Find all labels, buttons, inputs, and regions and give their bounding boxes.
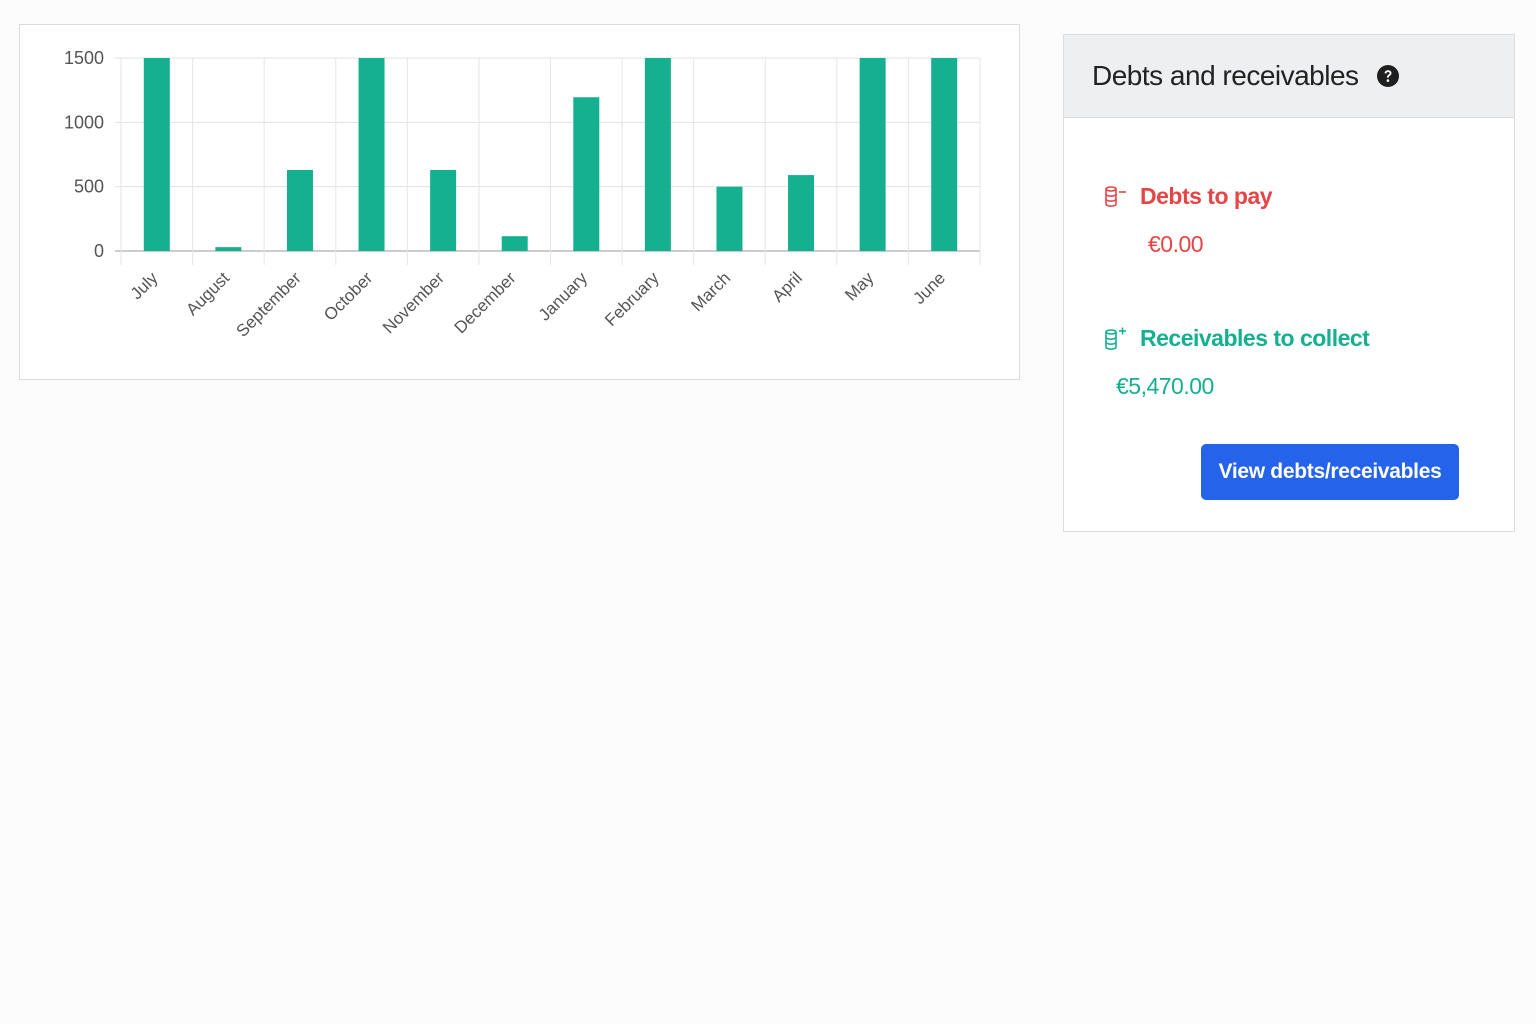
x-tick-label: November: [379, 268, 448, 337]
debt-coins-icon: [1104, 184, 1128, 210]
y-tick-label: 500: [74, 177, 104, 197]
receivables-amount: €5,470.00: [1116, 373, 1214, 399]
monthly-bar-chart: 0 500 1000 1500 July August September October No…: [64, 48, 981, 341]
bar-july: [143, 58, 170, 251]
receivables-label: Receivables to collect: [1140, 325, 1370, 351]
card-header: Debts and receivables: [1064, 35, 1514, 118]
question-circle-icon[interactable]: [1376, 65, 1399, 87]
y-tick-label: 1500: [64, 48, 104, 68]
x-tick-label: October: [320, 268, 376, 324]
bar-december: [501, 236, 528, 251]
y-tick-label: 1000: [64, 112, 104, 132]
x-tick-label: September: [233, 268, 305, 340]
y-tick-label: 0: [94, 241, 104, 261]
x-tick-label: July: [127, 268, 162, 303]
debts-receivables-card: Debts and receivables Debts to pay €0.00…: [1063, 34, 1515, 532]
debts-label: Debts to pay: [1140, 183, 1273, 209]
debts-section: Debts to pay €0.00: [1104, 183, 1273, 257]
x-tick-label: March: [687, 268, 734, 315]
bar-august: [215, 247, 242, 251]
receivable-coins-icon: [1104, 326, 1128, 352]
bar-february: [644, 58, 671, 251]
receivables-section: Receivables to collect €5,470.00: [1104, 325, 1370, 399]
bar-november: [430, 169, 457, 251]
bar-april: [788, 175, 815, 251]
view-debts-receivables-button[interactable]: View debts/receivables: [1201, 444, 1459, 500]
monthly-bar-chart-panel: 0 500 1000 1500 July August September October No…: [19, 24, 1020, 380]
bar-january: [573, 97, 600, 251]
bar-october: [358, 58, 385, 251]
x-tick-label: December: [451, 268, 520, 337]
bar-september: [286, 169, 313, 251]
card-title: Debts and receivables: [1092, 60, 1359, 91]
bar-may: [859, 58, 886, 251]
bar-june: [931, 58, 958, 251]
x-tick-label: January: [535, 268, 592, 325]
debts-amount: €0.00: [1148, 231, 1204, 257]
x-tick-label: April: [768, 268, 805, 305]
x-tick-label: May: [841, 268, 877, 304]
x-tick-label: August: [182, 268, 233, 319]
bar-march: [716, 186, 743, 251]
x-tick-label: June: [910, 268, 950, 308]
x-tick-label: February: [601, 268, 663, 330]
